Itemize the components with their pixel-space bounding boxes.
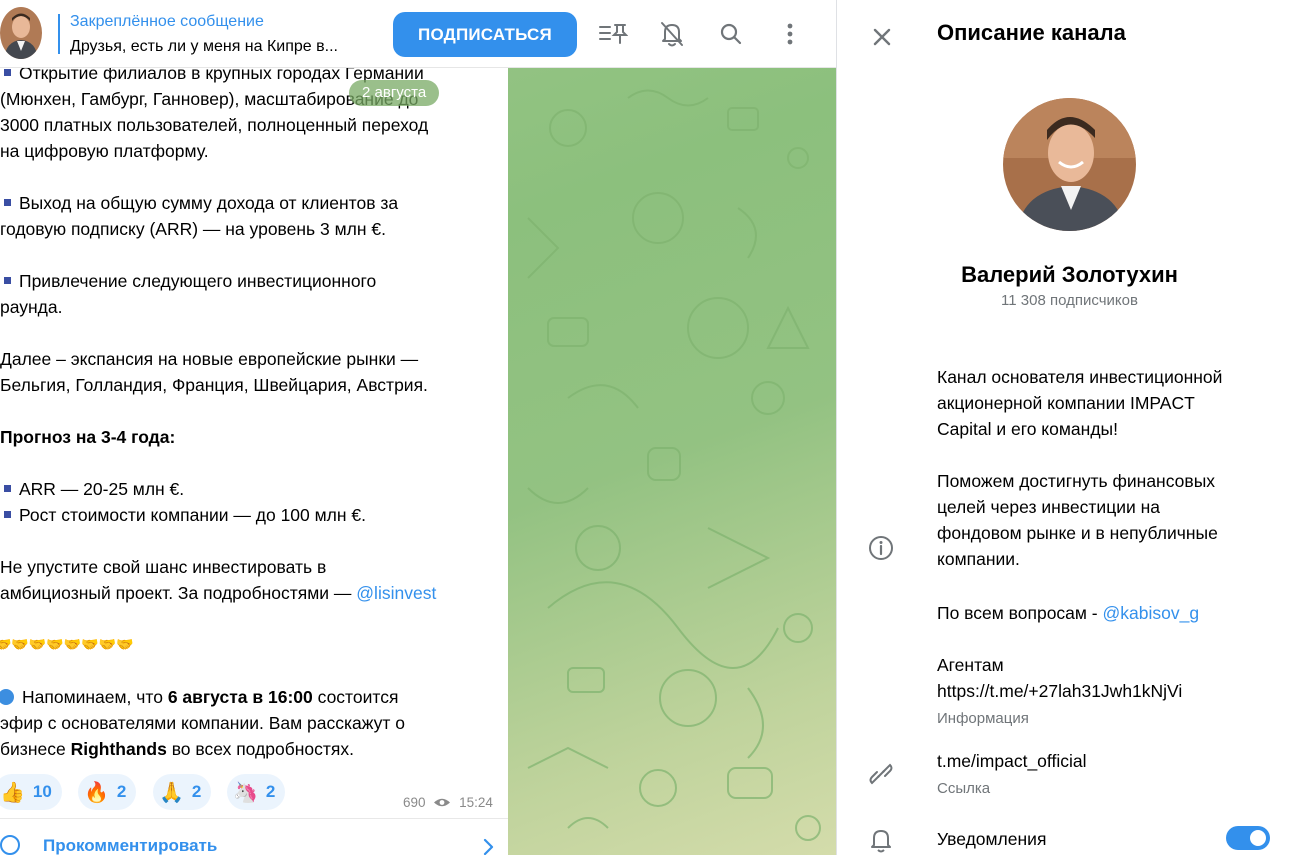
message-line: Выход на общую сумму дохода от клиентов … xyxy=(0,190,398,216)
message-bubble: Открытие филиалов в крупных городах Герм… xyxy=(0,58,508,855)
lisinvest-link[interactable]: @lisinvest xyxy=(356,583,436,603)
search-icon[interactable] xyxy=(714,17,748,51)
description-line: Канал основателя инвестиционной xyxy=(937,367,1223,387)
message-line: Напоминаем, что 6 августа в 16:00 состои… xyxy=(0,684,398,710)
description-line: Агентам xyxy=(937,655,1004,675)
more-icon[interactable] xyxy=(773,17,807,51)
channel-info-panel: Описание канала Валерий Золотухин 11 308… xyxy=(836,0,1301,855)
kabisov-link[interactable]: @kabisov_g xyxy=(1103,603,1200,623)
date-pill: 2 августа xyxy=(349,80,440,106)
description-line: акционерной компании IMPACT xyxy=(937,393,1195,413)
message-line: Рост стоимости компании — до 100 млн €. xyxy=(0,502,366,528)
channel-name: Валерий Золотухин xyxy=(961,262,1178,287)
view-count: 690 xyxy=(403,795,426,810)
chevron-right-icon[interactable] xyxy=(482,838,496,855)
reaction-fire[interactable]: 🔥 2 xyxy=(78,774,137,810)
message-meta: 690 15:24 xyxy=(403,795,493,810)
bell-icon xyxy=(871,830,891,853)
message-line: ARR — 20-25 млн €. xyxy=(0,476,184,502)
chat-area: Открытие филиалов в крупных городах Герм… xyxy=(0,0,836,855)
toggle-knob xyxy=(1248,828,1268,848)
notifications-label: Уведомления xyxy=(937,829,1047,849)
message-line: Не упустите свой шанс инвестировать в xyxy=(0,557,327,577)
panel-title: Описание канала xyxy=(937,20,1126,45)
message-line: на цифровую платформу. xyxy=(0,141,209,161)
comment-icon xyxy=(0,835,20,855)
reaction-pray[interactable]: 🙏 2 xyxy=(153,774,212,810)
message-line: 3000 платных пользователей, полноценный … xyxy=(0,115,429,135)
message-line: бизнесе Righthands во всех подробностях. xyxy=(0,739,354,759)
agents-link[interactable]: https://t.me/+27lah31Jwh1kNjVi xyxy=(937,678,1182,704)
message-line: Далее – экспансия на новые европейские р… xyxy=(0,349,419,369)
reaction-unicorn[interactable]: 🦄 2 xyxy=(227,774,286,810)
info-icon xyxy=(869,536,893,560)
description-line: фондовом рынке и в непубличные xyxy=(937,523,1218,543)
globe-icon xyxy=(0,689,14,705)
message-line: амбициозный проект. За подробностями — @… xyxy=(0,583,437,603)
comment-button[interactable]: Прокомментировать xyxy=(43,836,217,855)
link-icon xyxy=(869,763,893,785)
message-line: годовую подписку (ARR) — на уровень 3 мл… xyxy=(0,219,386,239)
message-time: 15:24 xyxy=(459,795,493,810)
pinned-text[interactable]: Друзья, есть ли у меня на Кипре в... xyxy=(70,38,338,56)
message-heading: Прогноз на 3-4 года: xyxy=(0,427,176,447)
channel-avatar[interactable] xyxy=(0,7,42,59)
pinned-list-icon[interactable] xyxy=(596,17,630,51)
channel-avatar-large[interactable] xyxy=(1003,98,1136,231)
subscriber-count: 11 308 подписчиков xyxy=(1001,292,1138,309)
reaction-thumbs-up[interactable]: 👍 10 xyxy=(0,774,62,810)
close-icon[interactable] xyxy=(865,20,899,54)
description-line: Capital и его команды! xyxy=(937,419,1118,439)
message-line: раунда. xyxy=(0,297,63,317)
comment-separator xyxy=(0,818,508,819)
pinned-title[interactable]: Закреплённое сообщение xyxy=(70,13,264,31)
description-line: По всем вопросам - @kabisov_g xyxy=(937,603,1200,623)
link-caption: Ссылка xyxy=(937,780,991,797)
description-line: Поможем достигнуть финансовых xyxy=(937,471,1216,491)
message-line: Привлечение следующего инвестиционного xyxy=(0,268,376,294)
eye-icon xyxy=(434,798,451,807)
pinned-indicator xyxy=(58,14,60,54)
chat-wallpaper xyxy=(527,89,821,841)
message-line: эфир с основателями компании. Вам расска… xyxy=(0,713,406,733)
channel-link[interactable]: t.me/impact_official xyxy=(937,748,1086,774)
description-line: целей через инвестиции на xyxy=(937,497,1161,517)
notifications-toggle[interactable] xyxy=(1226,826,1270,850)
chat-header: Закреплённое сообщение Друзья, есть ли у… xyxy=(0,0,836,68)
subscribe-button[interactable]: ПОДПИСАТЬСЯ xyxy=(393,12,577,57)
description-line: компании. xyxy=(937,549,1020,569)
message-line: Бельгия, Голландия, Франция, Швейцария, … xyxy=(0,375,428,395)
info-caption: Информация xyxy=(937,710,1029,727)
handshake-emoji-row: 🤝🤝🤝🤝🤝🤝🤝🤝 xyxy=(0,637,134,653)
mute-icon[interactable] xyxy=(655,17,689,51)
